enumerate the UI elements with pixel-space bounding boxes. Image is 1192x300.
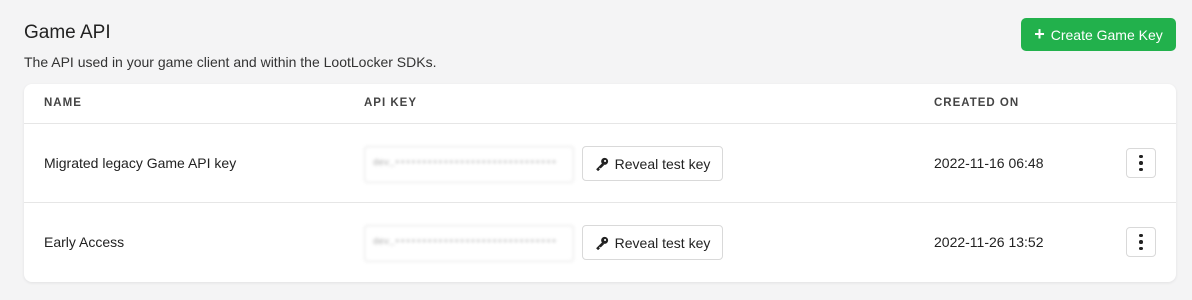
create-game-key-label: Create Game Key — [1050, 26, 1163, 43]
row-menu-button[interactable] — [1126, 227, 1156, 257]
key-name: Migrated legacy Game API key — [44, 155, 237, 171]
key-icon — [595, 236, 608, 250]
column-header-api-key: API KEY — [364, 97, 418, 109]
page-header: Game API The API used in your game clien… — [24, 18, 1176, 80]
more-vertical-icon — [1139, 154, 1143, 159]
created-on: 2022-11-16 06:48 — [934, 155, 1044, 171]
api-keys-table: NAME API KEY CREATED ON Migrated legacy … — [24, 84, 1176, 282]
reveal-test-key-label: Reveal test key — [614, 155, 711, 172]
reveal-test-key-button[interactable]: Reveal test key — [582, 146, 723, 181]
page-subtitle: The API used in your game client and wit… — [24, 54, 437, 70]
column-header-name: NAME — [44, 97, 82, 109]
api-key-field[interactable]: dev_•••••••••••••••••••••••••••••• — [364, 146, 574, 183]
plus-icon: + — [1034, 24, 1045, 44]
table-row: Migrated legacy Game API key dev_•••••••… — [24, 124, 1176, 203]
reveal-test-key-button[interactable]: Reveal test key — [582, 225, 723, 260]
reveal-test-key-label: Reveal test key — [614, 234, 711, 251]
page-title: Game API — [24, 22, 111, 43]
column-header-created-on: CREATED ON — [934, 97, 1020, 109]
key-icon — [595, 157, 608, 171]
row-menu-button[interactable] — [1126, 148, 1156, 178]
more-vertical-icon — [1139, 233, 1143, 238]
create-game-key-button[interactable]: + Create Game Key — [1021, 18, 1176, 51]
key-name: Early Access — [44, 234, 125, 250]
created-on: 2022-11-26 13:52 — [934, 234, 1044, 250]
table-row: Early Access dev_•••••••••••••••••••••••… — [24, 203, 1176, 282]
table-header: NAME API KEY CREATED ON — [24, 84, 1176, 124]
api-key-field[interactable]: dev_•••••••••••••••••••••••••••••• — [364, 225, 574, 262]
